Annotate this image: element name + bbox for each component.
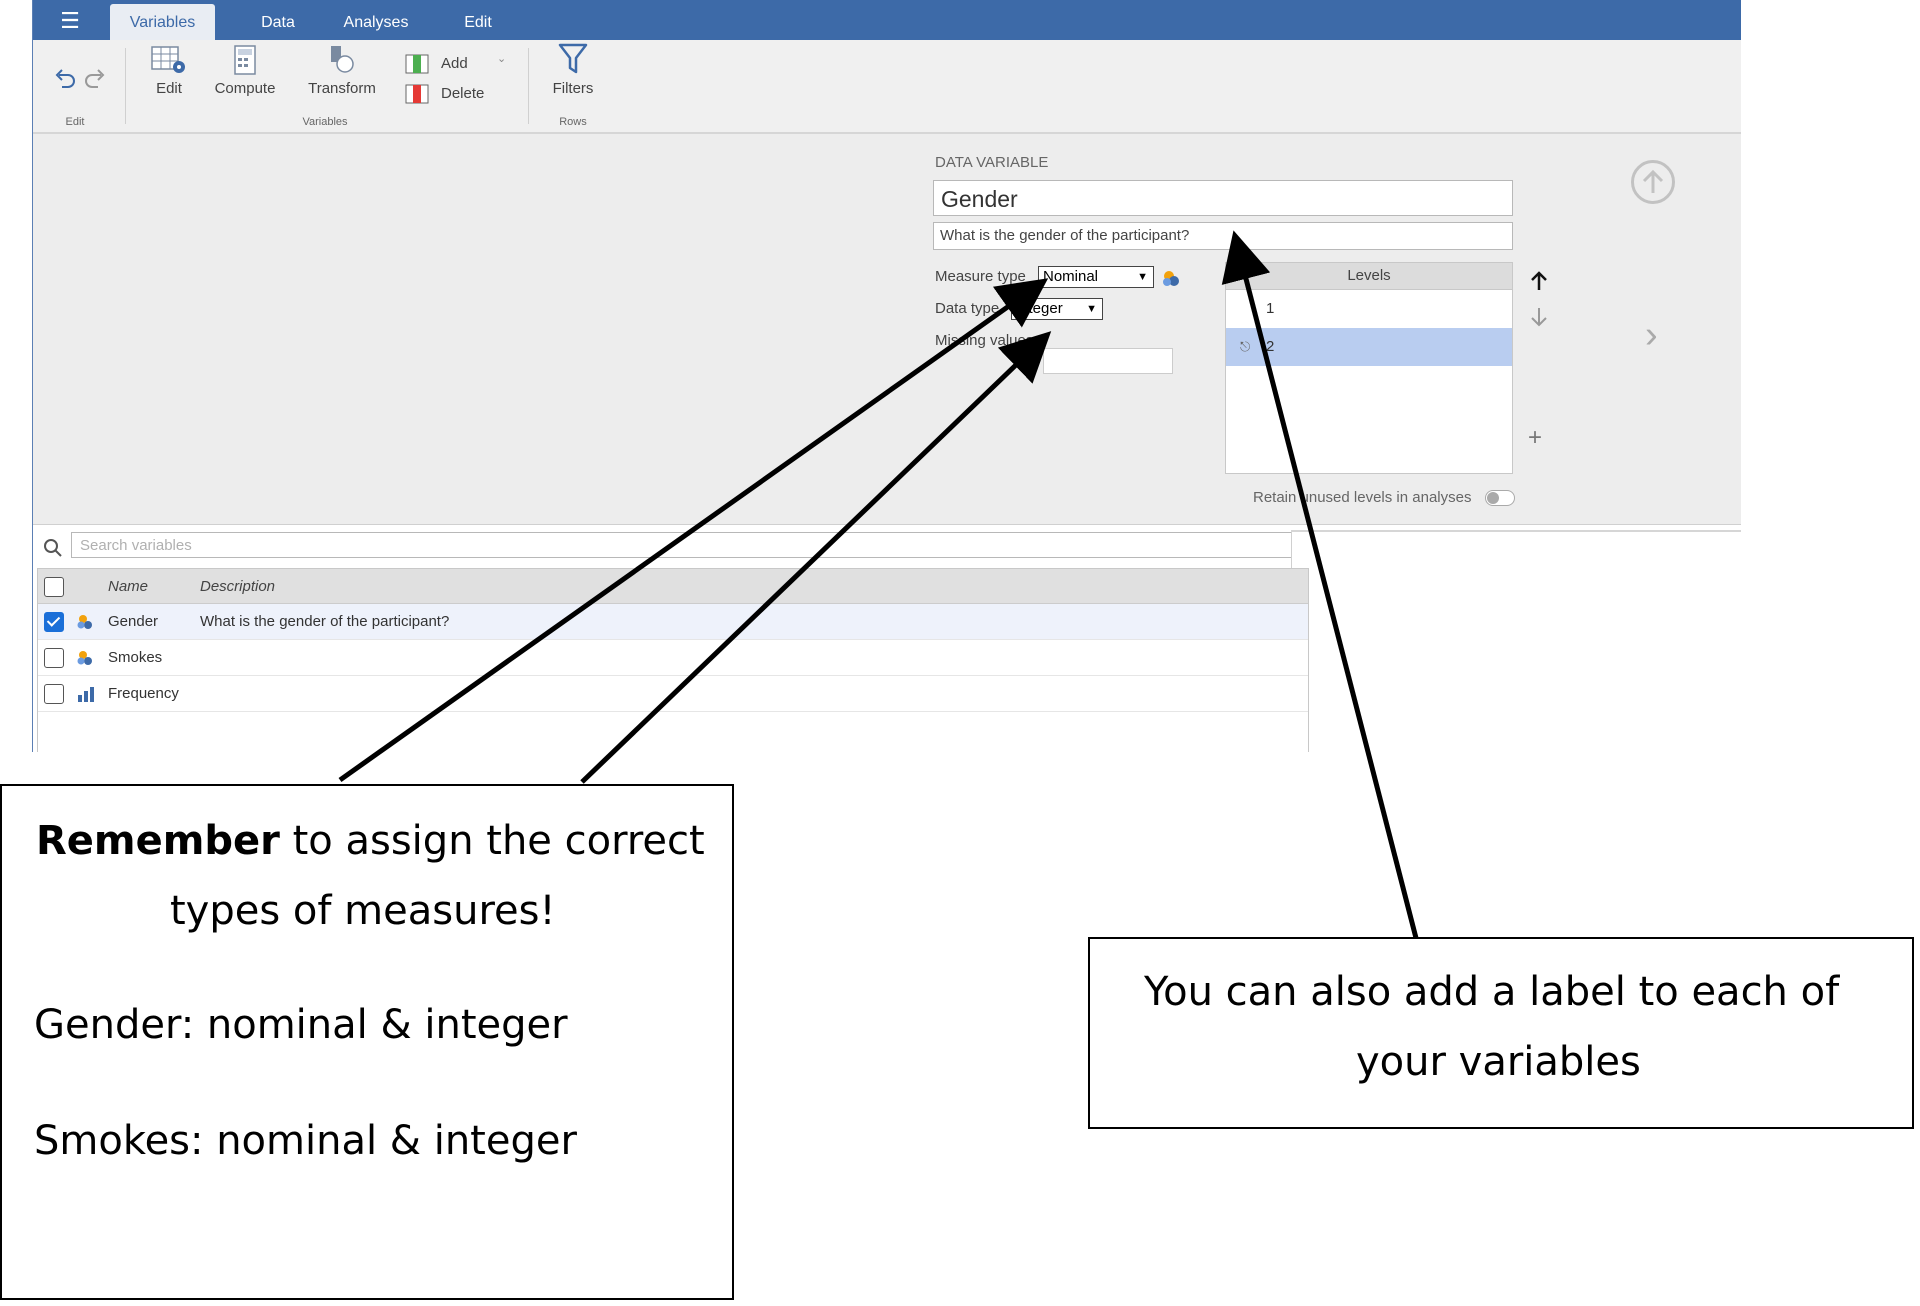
add-dropdown-chevron-icon[interactable]: ⌄ — [497, 52, 506, 65]
level-item-selected[interactable]: ⎋ 2 — [1226, 328, 1512, 366]
callout-line: You can also add a label to each of — [1144, 969, 1840, 1015]
variables-table: Name Description Gender What is the gend… — [37, 568, 1309, 752]
cell-description: What is the gender of the participant? — [200, 613, 450, 630]
data-type-select[interactable]: Integer ▼ — [1011, 298, 1103, 320]
group-label-variables: Variables — [302, 116, 348, 128]
ribbon-toolbar: Edit Edit Compute Transform Variables Ad… — [33, 40, 1741, 134]
nominal-icon — [1163, 271, 1179, 286]
cell-name: Smokes — [108, 649, 163, 666]
table-row[interactable]: Gender What is the gender of the partici… — [38, 604, 1308, 640]
callout-line: Smokes: nominal & integer — [34, 1118, 577, 1164]
jamovi-window: ☰ Variables Data Analyses Edit Edit Edit — [32, 0, 1741, 752]
callout-line: types of measures! — [170, 888, 556, 934]
variable-name-field[interactable]: Gender — [933, 180, 1513, 216]
data-variable-heading: DATA VARIABLE — [935, 154, 1049, 171]
transform-button[interactable]: Transform — [303, 44, 381, 97]
missing-values-input[interactable] — [1043, 348, 1173, 374]
nominal-icon — [77, 651, 92, 665]
edit-setup-icon — [151, 46, 185, 73]
undo-icon[interactable] — [53, 68, 77, 90]
group-label-edit: Edit — [65, 116, 85, 128]
nominal-icon — [77, 615, 92, 629]
column-header-description: Description — [200, 578, 276, 595]
next-variable-icon[interactable]: › — [1645, 314, 1658, 357]
search-variables-input[interactable] — [71, 532, 1305, 558]
tab-variables[interactable]: Variables — [110, 4, 215, 40]
funnel-icon — [558, 43, 588, 74]
tab-analyses[interactable]: Analyses — [326, 4, 426, 40]
filters-button[interactable]: Filters — [543, 42, 603, 97]
cell-name: Frequency — [108, 685, 179, 702]
callout-variable-label: You can also add a label to each of your… — [1088, 937, 1914, 1129]
callout-measure-types: Remember to assign the correct types of … — [0, 784, 734, 1300]
add-level-icon[interactable]: + — [1528, 424, 1542, 452]
table-row[interactable]: Frequency — [38, 676, 1308, 712]
levels-list: Levels 1 ⎋ 2 — [1225, 262, 1513, 474]
ribbon-divider — [528, 48, 529, 124]
level-value: 1 — [1266, 300, 1275, 317]
delete-label: Delete — [441, 85, 485, 102]
table-row[interactable]: Smokes — [38, 640, 1308, 676]
callout-text: to assign the correct — [279, 818, 705, 864]
measure-type-label: Measure type — [935, 268, 1026, 285]
search-icon — [44, 539, 62, 557]
column-header-name: Name — [108, 578, 149, 595]
measure-type-select[interactable]: Nominal ▼ — [1038, 266, 1154, 288]
data-type-label: Data type — [935, 300, 1000, 317]
chevron-down-icon: ▼ — [1086, 303, 1097, 315]
calculator-icon — [234, 45, 256, 75]
select-all-checkbox[interactable] — [44, 577, 64, 597]
level-item[interactable]: 1 — [1226, 290, 1512, 328]
retain-unused-levels-label: Retain unused levels in analyses — [1253, 489, 1472, 506]
redo-icon[interactable] — [83, 68, 107, 90]
transform-icon — [331, 46, 354, 73]
right-empty-pane — [1291, 532, 1741, 752]
pin-icon[interactable]: ⎋ — [1240, 328, 1250, 366]
compute-button[interactable]: Compute — [209, 44, 281, 97]
cell-name: Gender — [108, 613, 159, 630]
callout-line: Gender: nominal & integer — [34, 1002, 568, 1048]
levels-header: Levels — [1226, 263, 1512, 290]
table-header: Name Description — [38, 569, 1308, 604]
callout-line: Remember to assign the correct — [36, 816, 705, 866]
add-column-icon — [405, 54, 429, 74]
chevron-down-icon: ▼ — [1137, 271, 1148, 283]
filters-label: Filters — [552, 80, 594, 97]
add-label: Add — [441, 55, 468, 72]
level-value: 2 — [1266, 338, 1275, 355]
continuous-icon — [78, 687, 94, 702]
edit-variable-button[interactable]: Edit — [143, 44, 195, 97]
collapse-panel-icon[interactable] — [1631, 160, 1675, 204]
tab-edit[interactable]: Edit — [443, 4, 513, 40]
row-checkbox[interactable] — [44, 684, 64, 704]
variable-setup-panel: DATA VARIABLE Gender What is the gender … — [33, 134, 1741, 525]
callout-line: your variables — [1356, 1039, 1641, 1085]
row-checkbox[interactable] — [44, 612, 64, 632]
row-checkbox[interactable] — [44, 648, 64, 668]
compute-label: Compute — [214, 80, 276, 97]
edit-label: Edit — [156, 80, 182, 97]
transform-label: Transform — [308, 80, 376, 97]
group-label-rows: Rows — [559, 116, 587, 128]
ribbon-divider — [125, 48, 126, 124]
missing-values-label: Missing values — [935, 332, 1034, 349]
move-level-up-icon[interactable] — [1529, 270, 1549, 292]
data-type-value: Integer — [1016, 300, 1063, 317]
variable-description-field[interactable]: What is the gender of the participant? — [933, 222, 1513, 250]
callout-bold-word: Remember — [36, 818, 280, 864]
tab-data[interactable]: Data — [243, 4, 313, 40]
retain-unused-levels-toggle[interactable] — [1485, 490, 1515, 506]
delete-column-icon — [405, 84, 429, 104]
top-tab-bar: ☰ Variables Data Analyses Edit — [33, 0, 1741, 40]
hamburger-menu-icon[interactable]: ☰ — [55, 10, 85, 32]
measure-type-value: Nominal — [1043, 268, 1099, 285]
move-level-down-icon[interactable] — [1529, 306, 1549, 328]
